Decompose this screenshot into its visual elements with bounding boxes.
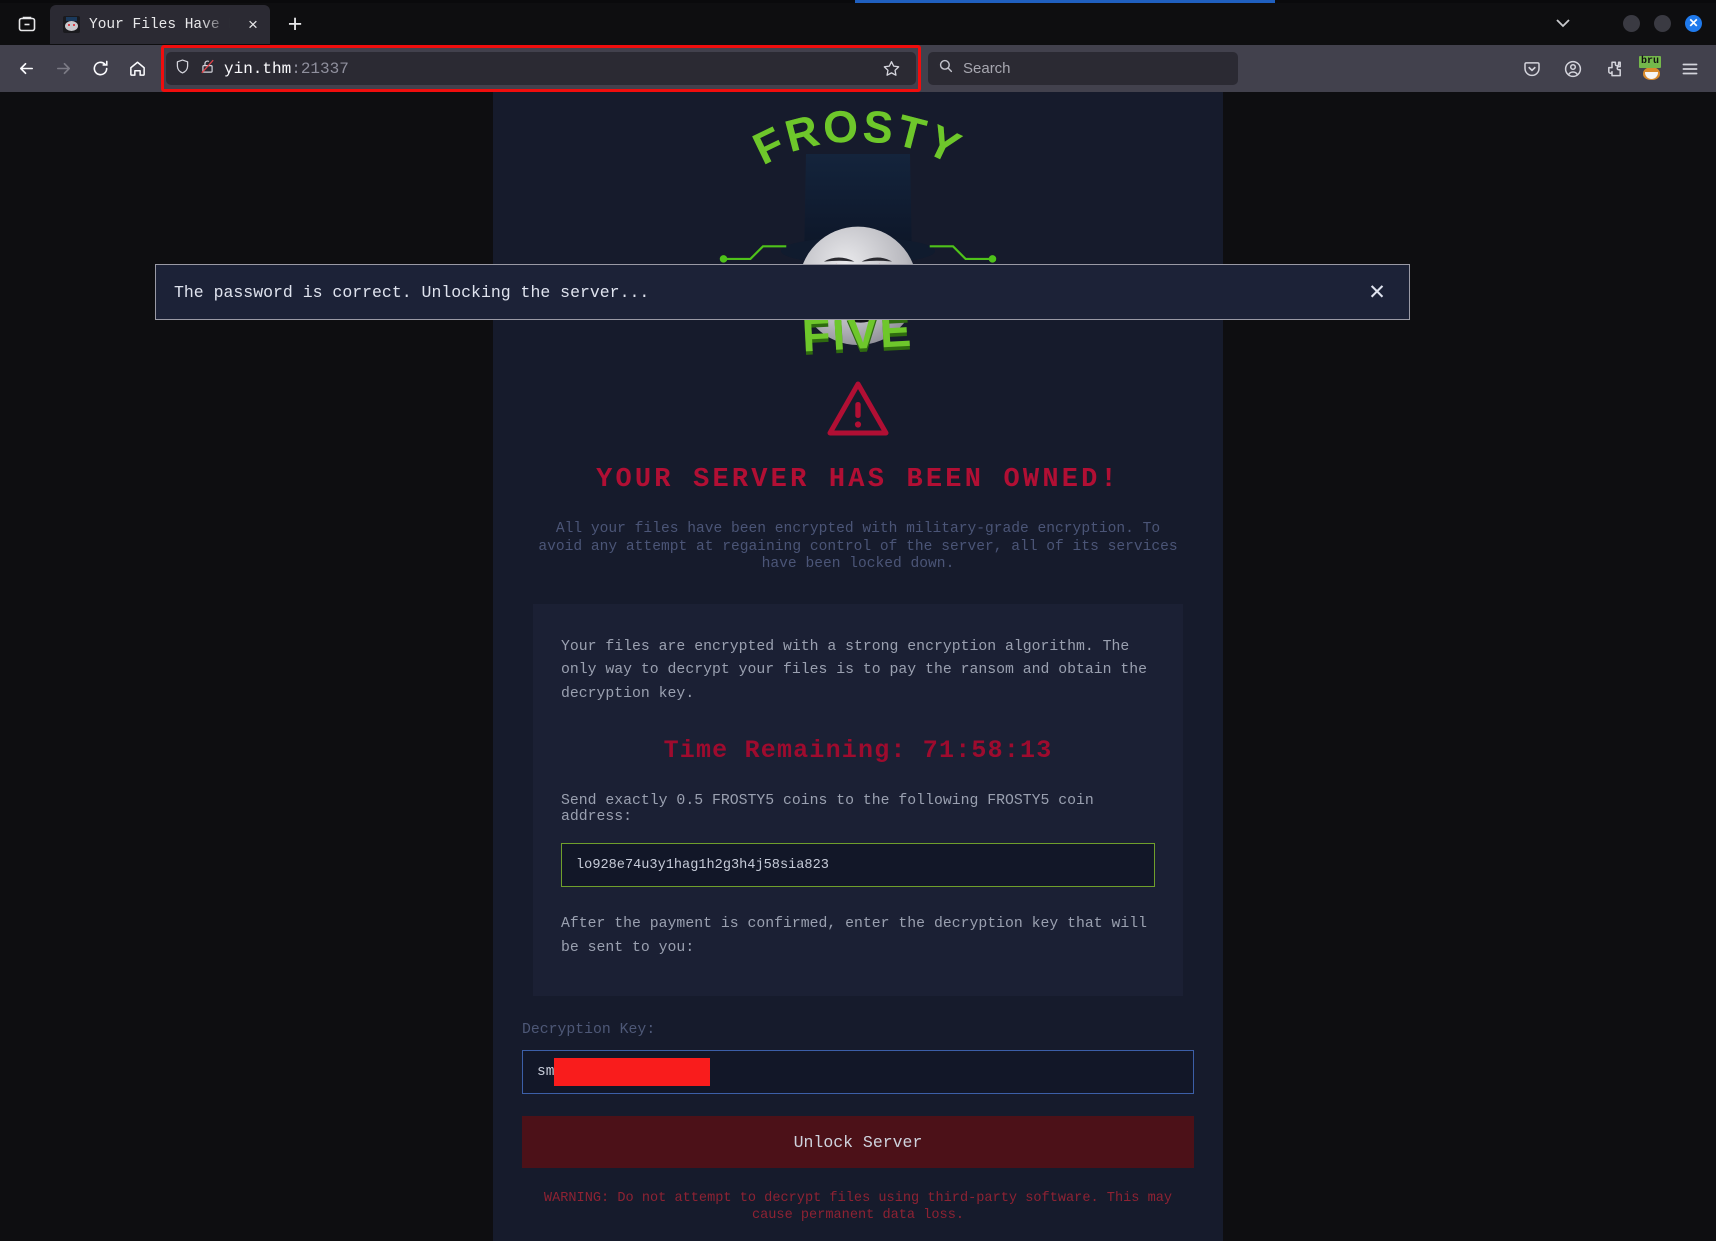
close-icon[interactable]: ✕	[1363, 278, 1391, 306]
window-controls: ✕	[1555, 1, 1716, 45]
tab-close-icon[interactable]: ×	[242, 14, 264, 36]
ransom-paragraph: Your files are encrypted with a strong e…	[561, 638, 1148, 702]
unlock-server-label: Unlock Server	[793, 1132, 923, 1152]
countdown-timer: Time Remaining: 71:58:13	[663, 736, 1053, 765]
pocket-icon[interactable]	[1515, 52, 1548, 85]
address-bar[interactable]: yin.thm:21337	[166, 52, 916, 85]
back-arrow-icon[interactable]	[10, 52, 43, 85]
burp-head-glyph	[1643, 67, 1660, 80]
unlock-server-button[interactable]: Unlock Server	[522, 1116, 1194, 1168]
burp-badge-label: bru	[1639, 56, 1662, 68]
after-payment-paragraph: After the payment is confirmed, enter th…	[561, 916, 1148, 956]
decryption-key-input[interactable]: sm	[522, 1050, 1194, 1094]
browser-titlebar: Your Files Have Bee × + ✕	[0, 0, 1716, 45]
window-minimize-button[interactable]	[1623, 14, 1640, 32]
coin-address-value: lo928e74u3y1hag1h2g3h4j58sia823	[576, 857, 829, 873]
decryption-key-section: Decryption Key: sm Unlock Server	[522, 1022, 1194, 1168]
search-bar[interactable]: Search	[928, 52, 1238, 85]
alert-banner: The password is correct. Unlocking the s…	[155, 264, 1410, 320]
shield-icon[interactable]	[174, 58, 191, 80]
firefox-view-icon[interactable]	[4, 4, 50, 44]
navbar-right-icons: bru	[1515, 52, 1706, 85]
address-bar-wrapper: yin.thm:21337	[161, 45, 921, 92]
window-maximize-button[interactable]	[1654, 14, 1671, 32]
decryption-key-value: sm	[537, 1064, 555, 1080]
url-host: yin.thm	[224, 59, 292, 78]
home-icon[interactable]	[121, 52, 154, 85]
redaction-overlay	[554, 1058, 710, 1086]
url-port: :21337	[291, 59, 349, 78]
extensions-puzzle-icon[interactable]	[1597, 52, 1630, 85]
page-title: YOUR SERVER HAS BEEN OWNED!	[596, 465, 1120, 495]
alert-banner-message: The password is correct. Unlocking the s…	[174, 282, 650, 302]
browser-window: Your Files Have Bee × + ✕	[0, 0, 1716, 1241]
frosty-five-logo-svg: FROSTY FROSTY FIVE FIVE	[719, 102, 997, 362]
window-close-button[interactable]: ✕	[1685, 14, 1702, 32]
browser-navbar: yin.thm:21337 Search bru	[0, 45, 1716, 92]
tab-title: Your Files Have Bee	[89, 16, 233, 33]
intro-paragraph: All your files have been encrypted with …	[538, 521, 1178, 572]
decryption-key-label: Decryption Key:	[522, 1022, 656, 1038]
tab-strip: Your Files Have Bee × +	[50, 1, 312, 45]
address-bar-url: yin.thm:21337	[224, 60, 349, 78]
ransom-content: YOUR SERVER HAS BEEN OWNED! All your fil…	[493, 362, 1223, 1224]
new-tab-button[interactable]: +	[278, 7, 312, 41]
ransom-details-box: Your files are encrypted with a strong e…	[533, 603, 1183, 996]
magnifier-icon	[938, 58, 954, 79]
coin-address-field[interactable]: lo928e74u3y1hag1h2g3h4j58sia823	[561, 843, 1155, 887]
browser-tab[interactable]: Your Files Have Bee ×	[50, 5, 270, 44]
reload-icon[interactable]	[84, 52, 117, 85]
bookmark-star-icon[interactable]	[875, 52, 908, 85]
search-placeholder: Search	[963, 60, 1011, 77]
account-circle-icon[interactable]	[1556, 52, 1589, 85]
send-instruction: Send exactly 0.5 FROSTY5 coins to the fo…	[561, 793, 1094, 825]
final-warning-text: WARNING: Do not attempt to decrypt files…	[543, 1191, 1173, 1223]
window-top-accent	[0, 0, 1716, 3]
burp-extension-icon[interactable]: bru	[1638, 56, 1665, 81]
forward-arrow-icon	[47, 52, 80, 85]
hamburger-menu-icon[interactable]	[1673, 52, 1706, 85]
broken-lock-icon[interactable]	[199, 58, 216, 80]
warning-triangle-icon	[826, 380, 890, 443]
page-viewport: FROSTY FROSTY FIVE FIVE YOUR SERVER HAS …	[0, 92, 1716, 1241]
snowman-favicon	[63, 16, 80, 33]
frosty-five-logo: FROSTY FROSTY FIVE FIVE	[493, 92, 1223, 362]
chevron-down-icon[interactable]	[1555, 15, 1571, 32]
